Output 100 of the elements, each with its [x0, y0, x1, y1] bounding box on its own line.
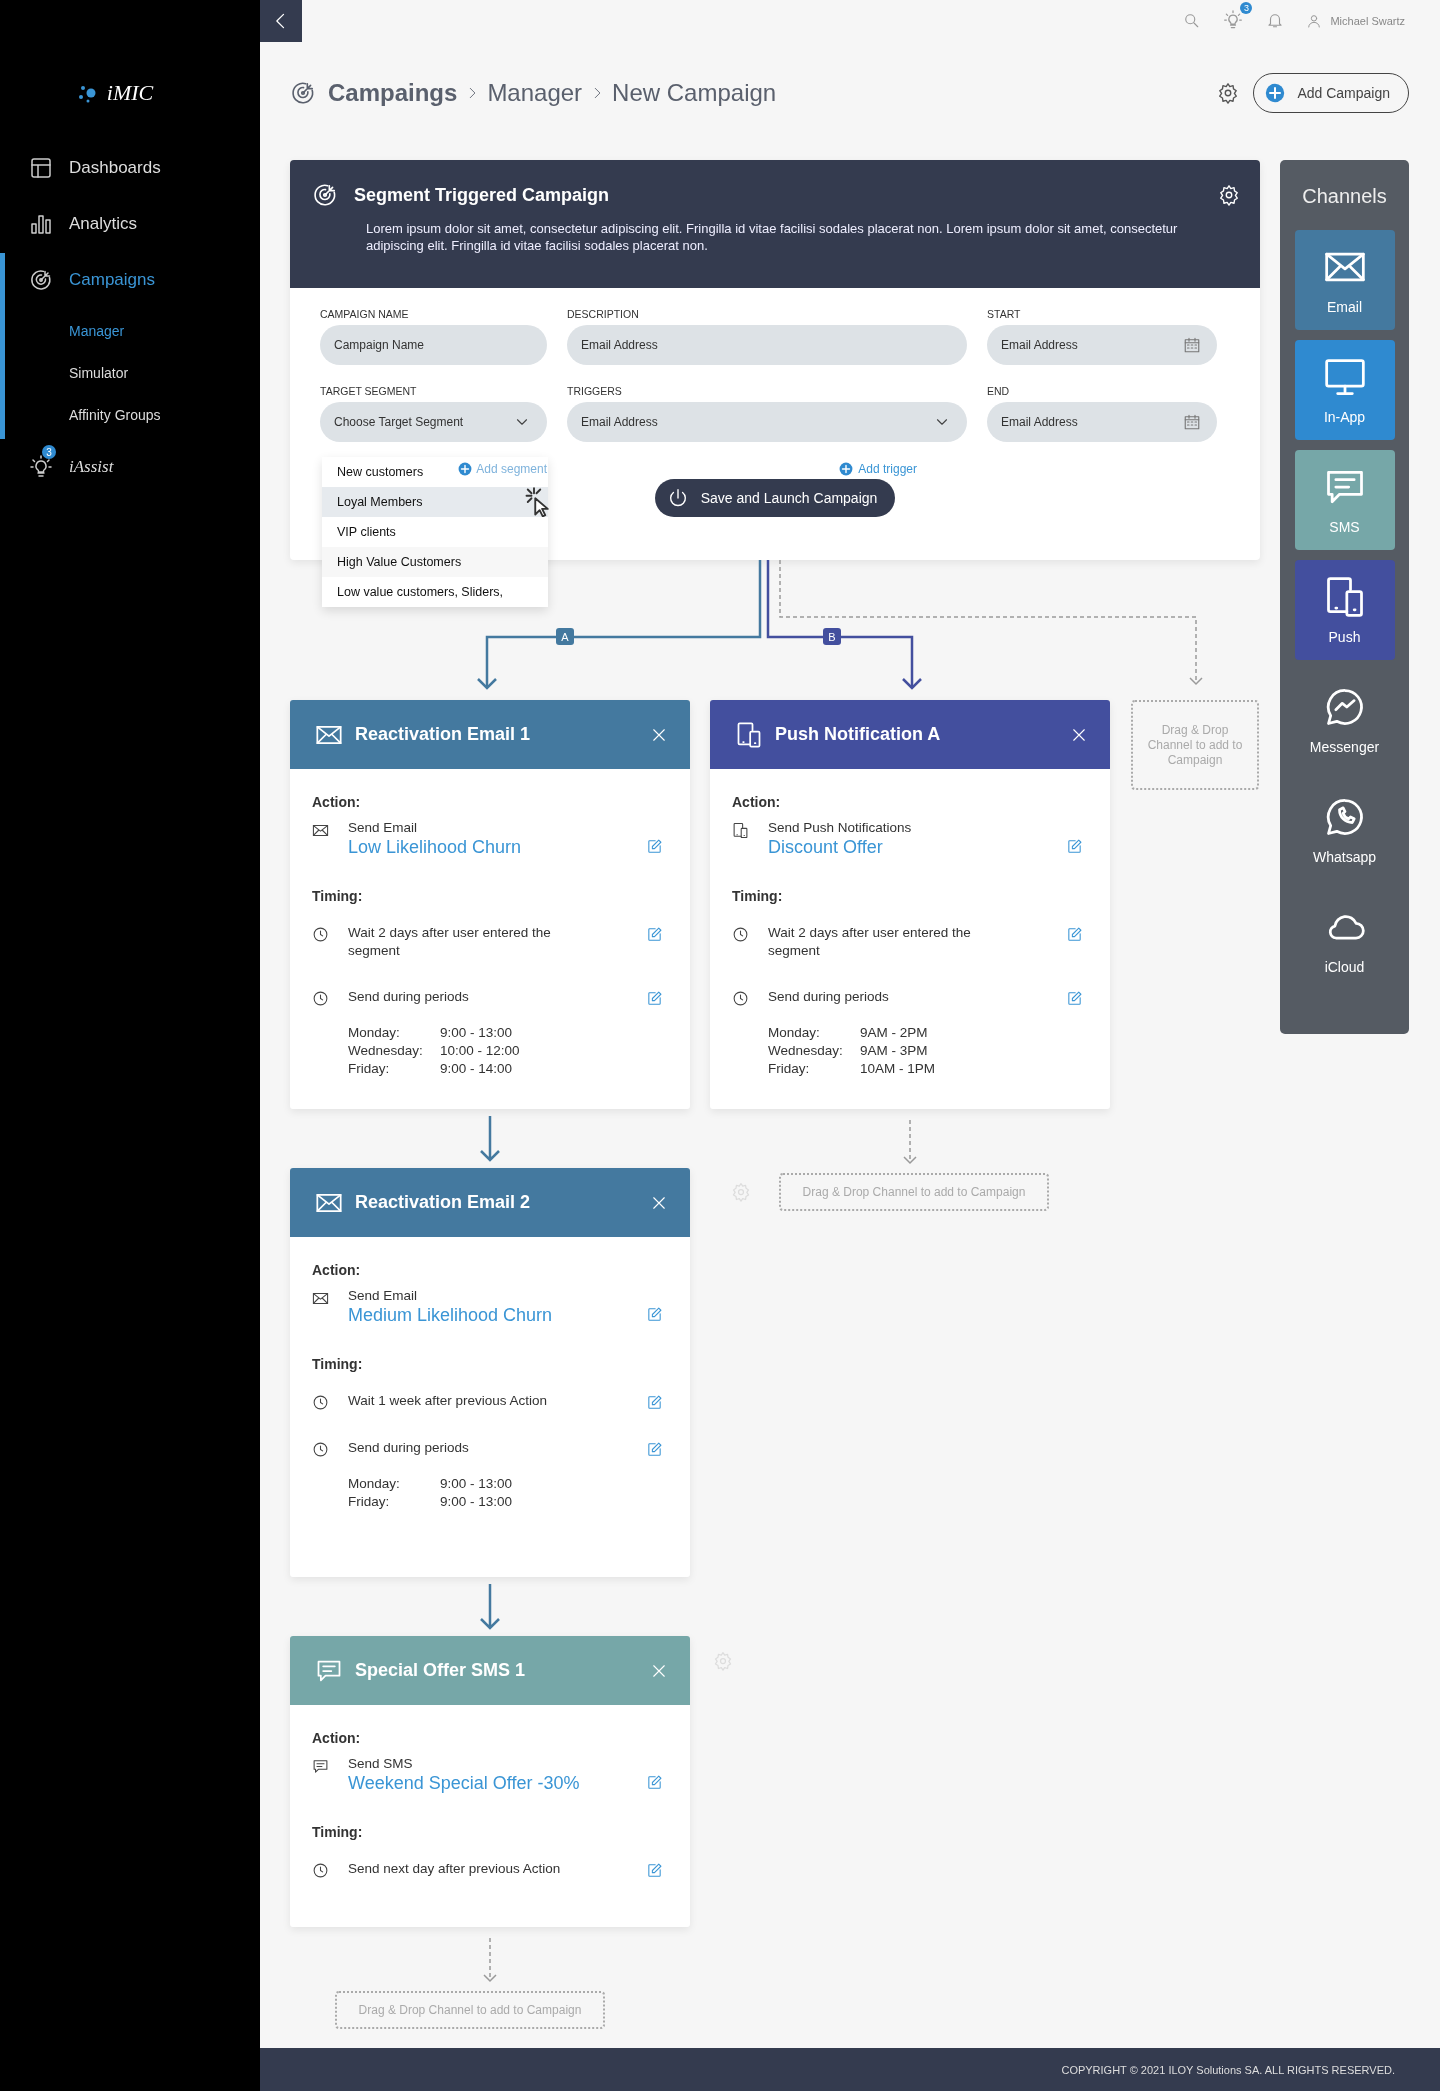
section-label: Timing: — [312, 1824, 364, 1840]
clock-icon — [312, 926, 329, 943]
date-field[interactable]: Email Address — [987, 402, 1217, 442]
period-time: 9:00 - 13:00 — [440, 1493, 513, 1511]
edit-button[interactable] — [646, 1774, 663, 1791]
lightbulb-icon — [29, 455, 53, 479]
devices-icon — [735, 720, 763, 749]
edit-icon — [646, 1306, 663, 1323]
nav-subitem[interactable]: Manager — [69, 323, 125, 339]
back-button[interactable] — [260, 0, 302, 42]
edit-icon — [1066, 990, 1083, 1007]
dropdown-field[interactable]: Email Address — [567, 402, 967, 442]
action-text: Send Push Notifications — [768, 820, 913, 835]
field-label: CAMPAIGN NAME — [320, 308, 410, 320]
nav-item[interactable]: Campaigns — [29, 268, 155, 292]
bar-chart-icon — [29, 212, 53, 236]
section-label: Action: — [312, 1730, 362, 1746]
edit-button[interactable] — [646, 1441, 663, 1458]
gear-icon — [713, 1651, 733, 1671]
branch-label: A — [556, 628, 574, 645]
input-field[interactable]: Email Address — [567, 325, 967, 365]
timing-text: Wait 2 days after user entered the segment — [768, 924, 972, 960]
nav-item[interactable]: Analytics — [29, 212, 138, 236]
channel-tile[interactable]: In-App — [1294, 340, 1395, 440]
edit-button[interactable] — [646, 1394, 663, 1411]
nav-subitem[interactable]: Simulator — [69, 365, 129, 381]
period-day: Monday: — [768, 1024, 860, 1042]
save-launch-button[interactable]: Save and Launch Campaign — [654, 479, 896, 517]
envelope-icon — [312, 1290, 329, 1307]
section-label: Action: — [312, 1262, 362, 1278]
breadcrumb-link[interactable]: Campaings — [328, 79, 458, 107]
edit-button[interactable] — [646, 1306, 663, 1323]
edit-button[interactable] — [1066, 926, 1083, 943]
field-label: START — [987, 308, 1022, 320]
add-trigger-link[interactable]: Add trigger — [839, 462, 917, 476]
channel-tile[interactable]: Whatsapp — [1294, 780, 1395, 880]
edit-icon — [646, 1774, 663, 1791]
channel-tile[interactable]: Messenger — [1294, 670, 1395, 770]
breadcrumb-link[interactable]: New Campaign — [612, 79, 777, 107]
envelope-icon — [312, 822, 329, 839]
section-label: Timing: — [312, 888, 364, 904]
period-time: 10AM - 1PM — [860, 1060, 936, 1078]
action-text: Send SMS — [348, 1756, 414, 1771]
settings-button[interactable] — [1218, 184, 1240, 206]
settings-icon — [1218, 184, 1240, 206]
clock-icon — [732, 990, 749, 1007]
edit-icon — [646, 990, 663, 1007]
dropdown-field[interactable]: Choose Target Segment — [320, 402, 547, 442]
timing-text: Send during periods — [348, 1439, 470, 1457]
plus-icon — [839, 462, 854, 476]
lightbulb-icon — [1223, 10, 1244, 30]
period-time: 9AM - 3PM — [860, 1042, 929, 1060]
devices-icon — [732, 822, 749, 839]
channels-title: Channels — [1302, 185, 1387, 208]
section-label: Action: — [732, 794, 782, 810]
user-name[interactable]: Michael Swartz — [1330, 15, 1405, 27]
settings-icon — [1217, 82, 1240, 104]
channel-tile[interactable]: iCloud — [1294, 890, 1395, 990]
edit-button[interactable] — [646, 1862, 663, 1879]
copyright-text: COPYRIGHT © 2021 ILOY Solutions SA. ALL RIGHTS RESERVED. — [1061, 2063, 1395, 2076]
target-icon — [29, 268, 53, 292]
clock-icon — [312, 1441, 329, 1458]
timing-text: Send next day after previous Action — [348, 1860, 562, 1878]
edit-button[interactable] — [646, 990, 663, 1007]
field-label: TARGET SEGMENT — [320, 385, 418, 397]
period-day: Monday: — [348, 1475, 440, 1493]
dropdown-option[interactable]: Low value customers, Sliders, — [322, 577, 548, 607]
input-field[interactable]: Campaign Name — [320, 325, 547, 365]
card-title: Push Notification A — [775, 724, 942, 745]
nav-subitem[interactable]: Affinity Groups — [69, 407, 161, 423]
settings-button[interactable] — [1217, 82, 1240, 104]
period-time: 10:00 - 12:00 — [440, 1042, 520, 1060]
edit-button[interactable] — [1066, 990, 1083, 1007]
nav-item[interactable]: Dashboards — [29, 156, 161, 180]
breadcrumb-link[interactable]: Manager — [487, 79, 583, 107]
card-title: Reactivation Email 2 — [355, 1192, 532, 1213]
date-field[interactable]: Email Address — [987, 325, 1217, 365]
edit-button[interactable] — [646, 926, 663, 943]
channel-tile[interactable]: Email — [1294, 230, 1395, 330]
period-time: 9AM - 2PM — [860, 1024, 929, 1042]
timing-text: Wait 1 week after previous Action — [348, 1392, 549, 1410]
field-label: END — [987, 385, 1011, 397]
timing-text: Send during periods — [768, 988, 890, 1006]
field-label: DESCRIPTION — [567, 308, 640, 320]
channel-tile[interactable]: Push — [1294, 560, 1395, 660]
clock-icon — [312, 1862, 329, 1879]
dropdown-option[interactable]: VIP clients — [322, 517, 548, 547]
period-day: Friday: — [768, 1060, 860, 1078]
panel-description: Lorem ipsum dolor sit amet, consectetur adipiscing elit. Fringilla id vitae facilisi sodales placerat non. Lorem ipsum dolor sit amet, consectetur adipiscing elit. Fringilla id vitae facilisi sodales placerat non. — [366, 220, 1179, 254]
logo-text: iMIC — [106, 80, 154, 106]
edit-icon — [646, 1441, 663, 1458]
dropdown-option[interactable]: Loyal Members — [322, 487, 548, 517]
dropdown-option[interactable]: High Value Customers — [322, 547, 548, 577]
calendar-icon — [1183, 336, 1201, 354]
edit-button[interactable] — [1066, 838, 1083, 855]
notification-badge: 3 — [42, 445, 56, 459]
section-label: Action: — [312, 794, 362, 810]
action-text: Send Email — [348, 820, 419, 835]
edit-button[interactable] — [646, 838, 663, 855]
clock-icon — [732, 926, 749, 943]
